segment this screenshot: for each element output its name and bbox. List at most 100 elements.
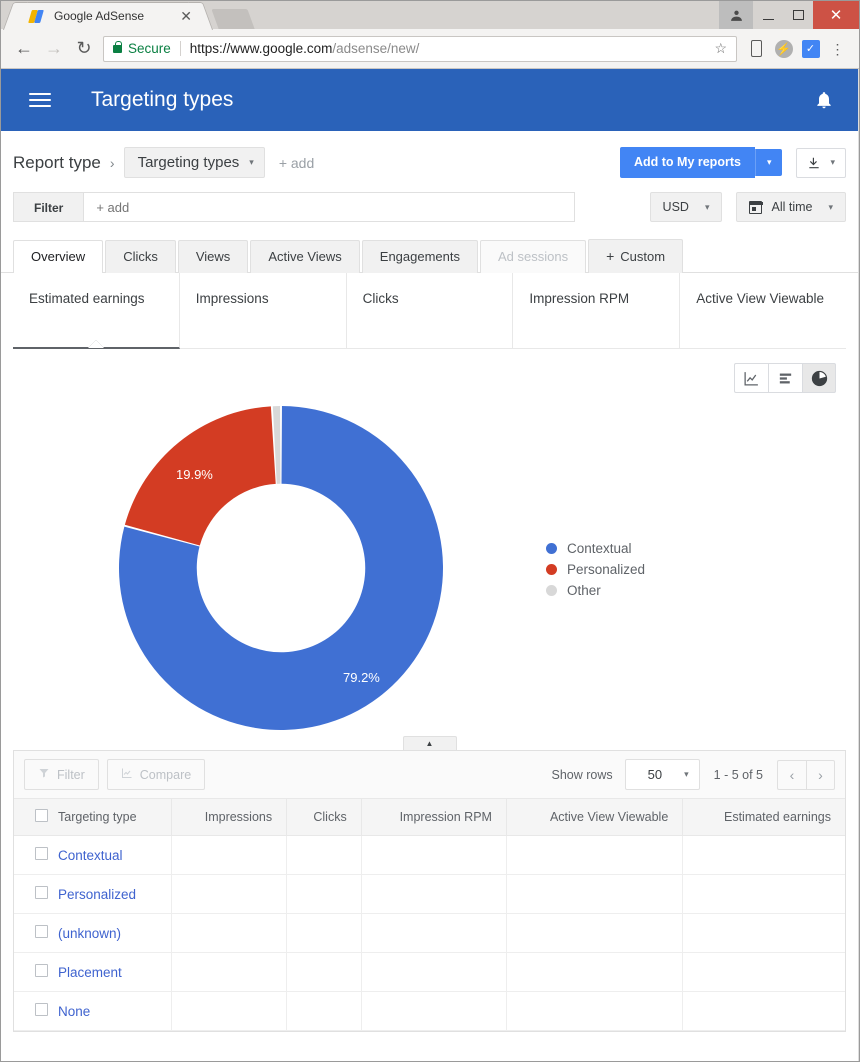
tab-ad-sessions: Ad sessions xyxy=(480,240,587,273)
line-chart-button[interactable] xyxy=(734,363,768,393)
row-checkbox-cell[interactable] xyxy=(14,991,48,1031)
hamburger-menu-icon[interactable] xyxy=(29,89,51,111)
download-button[interactable]: ▾ xyxy=(796,147,846,178)
table-row[interactable]: (unknown) xyxy=(14,913,845,953)
row-checkbox-cell[interactable] xyxy=(14,874,48,914)
targeting-type-link[interactable]: None xyxy=(48,991,172,1031)
download-icon xyxy=(809,157,820,168)
metric-card-impressions[interactable]: Impressions xyxy=(179,273,347,349)
filter-input[interactable] xyxy=(83,192,575,222)
cell-clicks xyxy=(286,835,362,875)
row-checkbox-cell[interactable] xyxy=(14,913,48,953)
add-to-my-reports-button[interactable]: Add to My reports xyxy=(619,147,755,178)
column-header-estimated-earnings[interactable]: Estimated earnings xyxy=(682,799,845,836)
row-checkbox[interactable] xyxy=(35,847,48,860)
tab-clicks[interactable]: Clicks xyxy=(105,240,176,273)
row-checkbox[interactable] xyxy=(35,925,48,938)
slice-label-contextual: 79.2% xyxy=(343,670,380,685)
data-table-panel: Filter Compare Show rows 50 ▾ 1 - 5 of 5… xyxy=(13,750,846,1032)
metric-card-label: Estimated earnings xyxy=(29,291,145,306)
plus-icon: + xyxy=(606,248,615,264)
back-button[interactable]: ← xyxy=(9,34,39,64)
browser-menu-icon[interactable]: ⋮ xyxy=(824,34,851,64)
bar-chart-button[interactable] xyxy=(768,363,802,393)
tab-active-views[interactable]: Active Views xyxy=(250,240,360,273)
add-to-my-reports-caret[interactable]: ▾ xyxy=(754,149,783,176)
bookmark-star-icon[interactable]: ☆ xyxy=(709,40,732,57)
targeting-type-link[interactable]: (unknown) xyxy=(48,913,172,953)
reload-button[interactable]: ↻ xyxy=(69,34,99,64)
address-bar[interactable]: Secure https://www.google.com/adsense/ne… xyxy=(103,35,737,62)
close-window-button[interactable]: ✕ xyxy=(813,1,859,29)
add-dimension-link[interactable]: + add xyxy=(279,155,314,171)
donut-chart[interactable] xyxy=(116,403,446,738)
browser-tab-google-adsense[interactable]: Google AdSense ✕ xyxy=(15,2,201,29)
breadcrumb-chevron-icon: › xyxy=(109,154,115,171)
column-header-impressions[interactable]: Impressions xyxy=(171,799,288,836)
chevron-down-icon: ▾ xyxy=(828,201,833,212)
legend-item-personalized[interactable]: Personalized xyxy=(546,559,645,580)
column-header-impression-rpm[interactable]: Impression RPM xyxy=(361,799,507,836)
table-row[interactable]: Contextual xyxy=(14,835,845,875)
metric-card-impression-rpm[interactable]: Impression RPM xyxy=(513,273,681,349)
date-range-value: All time xyxy=(771,200,813,214)
notifications-bell-icon[interactable] xyxy=(812,88,836,112)
row-checkbox[interactable] xyxy=(35,1003,48,1016)
row-checkbox[interactable] xyxy=(35,886,48,899)
row-checkbox-cell[interactable] xyxy=(14,835,48,875)
adsense-favicon-icon xyxy=(28,9,45,24)
mobile-device-icon[interactable] xyxy=(743,34,770,64)
date-range-dropdown[interactable]: All time ▾ xyxy=(736,192,846,222)
metric-card-estimated-earnings[interactable]: Estimated earnings xyxy=(13,273,180,349)
rows-per-page-dropdown[interactable]: 50 ▾ xyxy=(624,759,700,790)
column-header-targeting-type[interactable]: Targeting type xyxy=(48,799,172,836)
targeting-type-link[interactable]: Personalized xyxy=(48,874,172,914)
table-filter-button[interactable]: Filter xyxy=(24,759,99,790)
extension-bolt-icon[interactable]: ⚡ xyxy=(770,34,797,64)
tab-close-icon[interactable]: ✕ xyxy=(180,9,192,23)
lock-icon xyxy=(113,40,122,53)
currency-dropdown[interactable]: USD ▾ xyxy=(649,192,723,222)
pie-chart-button[interactable] xyxy=(802,363,836,393)
tab-engagements[interactable]: Engagements xyxy=(361,240,479,273)
column-header-clicks[interactable]: Clicks xyxy=(286,799,362,836)
profile-avatar-icon[interactable] xyxy=(719,1,753,29)
previous-page-button[interactable]: ‹ xyxy=(777,759,806,790)
minimize-button[interactable] xyxy=(753,1,783,29)
tab-views[interactable]: Views xyxy=(177,240,249,273)
tab-overview[interactable]: Overview xyxy=(13,240,104,273)
targeting-type-link[interactable]: Contextual xyxy=(48,835,172,875)
select-all-checkbox[interactable] xyxy=(35,809,48,822)
browser-window: Google AdSense ✕ ✕ ← → ↻ Secure https://… xyxy=(0,0,860,1062)
report-type-row: Report type › Targeting types ▾ + add Ad… xyxy=(1,131,858,178)
targeting-type-link[interactable]: Placement xyxy=(48,952,172,992)
filter-field-group: Filter xyxy=(13,192,575,222)
next-page-button[interactable]: › xyxy=(806,759,835,790)
report-type-value: Targeting types xyxy=(137,154,240,171)
row-checkbox[interactable] xyxy=(35,964,48,977)
table-compare-button[interactable]: Compare xyxy=(106,759,206,790)
targeting-types-table: Targeting type Impressions Clicks Impressio… xyxy=(14,799,845,1031)
extension-check-icon[interactable]: ✓ xyxy=(797,34,824,64)
report-type-dropdown[interactable]: Targeting types ▾ xyxy=(123,147,265,178)
column-header-active-view-viewable[interactable]: Active View Viewable xyxy=(506,799,684,836)
metric-card-clicks[interactable]: Clicks xyxy=(346,273,514,349)
filter-button[interactable]: Filter xyxy=(13,192,84,222)
metric-card-active-view-viewable[interactable]: Active View Viewable xyxy=(680,273,846,349)
table-row[interactable]: None xyxy=(14,991,845,1031)
collapse-panel-handle[interactable]: ▲ xyxy=(402,736,457,750)
tab-label: Custom xyxy=(620,249,666,264)
tab-custom[interactable]: + Custom xyxy=(588,239,684,273)
chevron-down-icon: ▾ xyxy=(684,769,689,779)
new-tab-button[interactable] xyxy=(211,9,255,29)
legend-item-contextual[interactable]: Contextual xyxy=(546,538,645,559)
row-checkbox-cell[interactable] xyxy=(14,952,48,992)
maximize-button[interactable] xyxy=(783,1,813,29)
table-row[interactable]: Placement xyxy=(14,952,845,992)
select-all-checkbox-cell[interactable] xyxy=(14,799,48,836)
window-controls: ✕ xyxy=(719,1,859,29)
panel-collapse-row: ▲ xyxy=(1,736,858,750)
legend-item-other[interactable]: Other xyxy=(546,580,645,601)
tab-label: Ad sessions xyxy=(498,249,569,264)
table-row[interactable]: Personalized xyxy=(14,874,845,914)
